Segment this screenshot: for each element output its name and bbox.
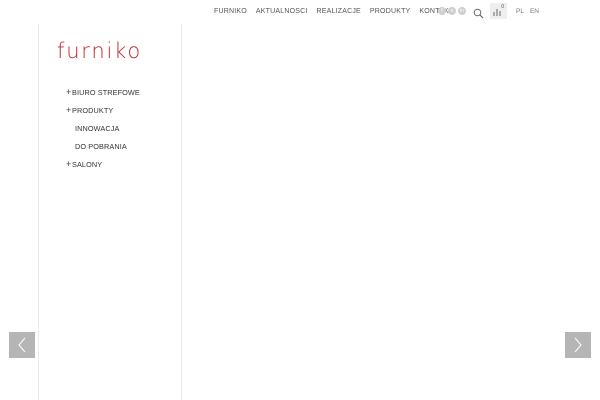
chevron-left-icon <box>18 337 26 353</box>
nav-link-aktualnosci[interactable]: AKTUALNOSCI <box>256 7 308 17</box>
sidebar-item-label: BIURO STREFOWE <box>72 87 140 97</box>
nav-link-realizacje[interactable]: REALIZACJE <box>317 7 361 17</box>
linkedin-icon[interactable]: in <box>458 7 466 15</box>
lang-en[interactable]: EN <box>530 7 539 16</box>
slider-prev-button[interactable] <box>9 332 35 358</box>
sidebar-item-label: SALONY <box>72 159 103 169</box>
chevron-right-icon <box>574 337 582 353</box>
sidebar-item-salony[interactable]: + SALONY <box>66 155 140 173</box>
social-links: f v in <box>438 7 466 15</box>
sidebar-item-label: DO POBRANIA <box>75 141 127 151</box>
sidebar-item-produkty[interactable]: + PRODUKTY <box>66 101 140 119</box>
sidebar-divider-right <box>181 24 182 400</box>
top-navigation: FURNIKO AKTUALNOSCI REALIZACJE PRODUKTY … <box>214 7 453 17</box>
cart-button[interactable]: 0 <box>490 3 507 19</box>
chart-icon <box>493 9 501 16</box>
logo-text: furniko <box>57 39 142 63</box>
sidebar-divider-left <box>38 24 39 400</box>
nav-link-furniko[interactable]: FURNIKO <box>214 7 247 17</box>
sidebar-item-innowacja[interactable]: INNOWACJA <box>66 119 140 137</box>
sidebar-item-biuro-strefowe[interactable]: + BIURO STREFOWE <box>66 83 140 101</box>
slider-next-button[interactable] <box>565 332 591 358</box>
sidebar-item-do-pobrania[interactable]: DO POBRANIA <box>66 137 140 155</box>
nav-link-produkty[interactable]: PRODUKTY <box>370 7 411 17</box>
facebook-icon[interactable]: f <box>438 7 446 15</box>
lang-pl[interactable]: PL <box>516 7 524 16</box>
vimeo-icon[interactable]: v <box>448 7 456 15</box>
logo[interactable]: furniko <box>57 38 165 64</box>
sidebar-item-label: PRODUKTY <box>72 105 114 115</box>
language-switcher: PL EN <box>516 7 539 16</box>
search-icon[interactable] <box>473 6 484 19</box>
sidebar-menu: + BIURO STREFOWE + PRODUKTY INNOWACJA DO… <box>66 83 140 173</box>
sidebar-item-label: INNOWACJA <box>75 123 120 133</box>
